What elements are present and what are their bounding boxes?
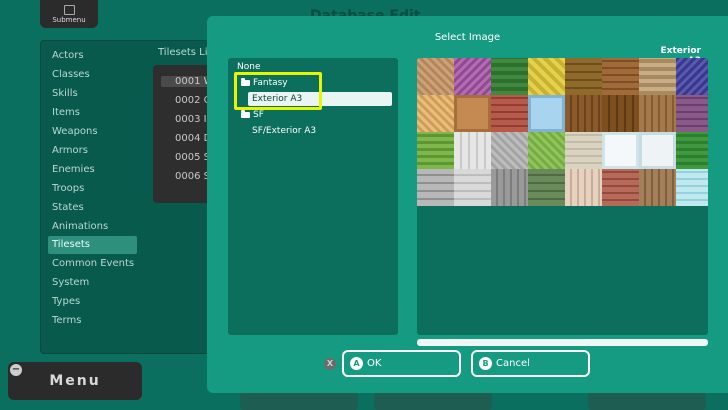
tile <box>676 169 708 206</box>
sidebar-item-system[interactable]: System <box>52 274 89 292</box>
tile <box>454 95 491 132</box>
sidebar-item-types[interactable]: Types <box>52 293 80 311</box>
tree-item-sf-exterior-a3[interactable]: SF/Exterior A3 <box>252 126 316 136</box>
menu-button[interactable]: Menu <box>8 362 142 400</box>
sidebar-item-states[interactable]: States <box>52 199 84 217</box>
tile <box>417 169 454 206</box>
sidebar-item-weapons[interactable]: Weapons <box>52 123 98 141</box>
tile <box>639 132 676 169</box>
tile <box>528 169 565 206</box>
tile <box>676 95 708 132</box>
tile <box>565 95 602 132</box>
minus-icon: − <box>10 364 22 376</box>
sidebar-item-skills[interactable]: Skills <box>52 85 78 103</box>
tile <box>417 95 454 132</box>
tree-item-none[interactable]: None <box>237 62 260 72</box>
b-button-icon: B <box>479 356 492 370</box>
submenu-label: Submenu <box>52 16 86 24</box>
tile <box>491 58 528 95</box>
tile <box>565 132 602 169</box>
list-item[interactable]: 0006 S <box>175 171 210 182</box>
tile <box>602 132 639 169</box>
tile <box>639 169 676 206</box>
image-preview <box>417 58 708 335</box>
tile <box>528 58 565 95</box>
x-button-icon: X <box>324 358 336 370</box>
dialog-title: Select Image <box>434 32 501 43</box>
ok-label: OK <box>367 358 382 369</box>
tile <box>491 169 528 206</box>
tile <box>565 58 602 95</box>
tile <box>528 95 565 132</box>
tile <box>528 132 565 169</box>
sidebar-item-armors[interactable]: Armors <box>52 142 88 160</box>
tree-folder-sf[interactable]: SF <box>253 110 264 120</box>
sidebar-item-actors[interactable]: Actors <box>52 47 84 65</box>
submenu-icon <box>63 5 75 15</box>
sidebar-item-common-events[interactable]: Common Events <box>52 255 134 273</box>
tile <box>491 132 528 169</box>
tile <box>639 95 676 132</box>
background-button <box>374 392 492 410</box>
submenu-button[interactable]: Submenu <box>40 0 98 28</box>
sidebar-item-animations[interactable]: Animations <box>52 218 108 236</box>
cancel-button[interactable]: B Cancel <box>471 350 590 377</box>
sidebar-item-classes[interactable]: Classes <box>52 66 90 84</box>
tile <box>676 132 708 169</box>
cancel-label: Cancel <box>496 358 530 369</box>
tile <box>565 169 602 206</box>
tile <box>417 58 454 95</box>
tile <box>454 58 491 95</box>
tile <box>454 169 491 206</box>
list-item[interactable]: 0005 S <box>175 152 210 163</box>
tile <box>602 95 639 132</box>
folder-icon <box>241 110 250 118</box>
list-item[interactable]: 0004 D <box>175 133 211 144</box>
tile <box>454 132 491 169</box>
tile <box>602 169 639 206</box>
background-button <box>240 392 358 410</box>
a-button-icon: A <box>350 356 363 370</box>
tile <box>417 132 454 169</box>
sidebar-item-enemies[interactable]: Enemies <box>52 161 95 179</box>
tilesets-list-header: Tilesets Lis <box>158 47 213 58</box>
tile <box>491 95 528 132</box>
sidebar-item-tilesets[interactable]: Tilesets <box>48 236 137 254</box>
select-image-dialog: Select Image None Fantasy Exterior A3 SF… <box>207 16 728 393</box>
sidebar-item-items[interactable]: Items <box>52 104 80 122</box>
tile <box>639 58 676 95</box>
scrollbar[interactable] <box>417 339 708 346</box>
highlight-annotation <box>234 72 322 110</box>
sidebar-item-troops[interactable]: Troops <box>52 180 84 198</box>
ok-button[interactable]: A OK <box>342 350 461 377</box>
tile <box>602 58 639 95</box>
tilesets-list: 0001 W 0002 O 0003 In 0004 D 0005 S 0006… <box>153 65 225 203</box>
sidebar-item-terms[interactable]: Terms <box>52 312 81 330</box>
background-button <box>588 392 706 410</box>
tile <box>676 58 708 95</box>
